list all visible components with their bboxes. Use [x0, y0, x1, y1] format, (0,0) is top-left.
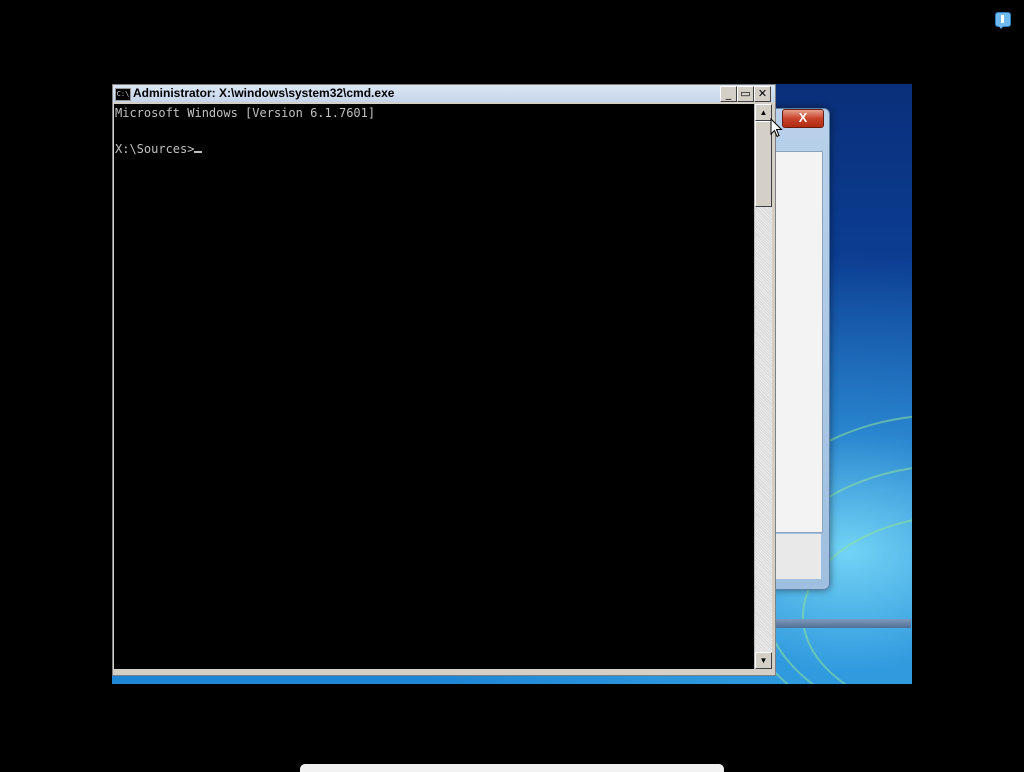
- setup-close-button[interactable]: X: [782, 109, 824, 128]
- scroll-track[interactable]: [755, 206, 772, 650]
- console-prompt: X:\Sources>: [115, 142, 195, 156]
- setup-dialog-content: [775, 151, 823, 533]
- cmd-window: C:\ Administrator: X:\windows\system32\c…: [112, 84, 776, 676]
- close-button[interactable]: ✕: [754, 86, 771, 102]
- window-bottom-border: [113, 671, 775, 675]
- notification-icon[interactable]: [995, 12, 1011, 29]
- console-prompt-line: X:\Sources>: [115, 140, 203, 158]
- console-line: Microsoft Windows [Version 6.1.7601]: [115, 106, 376, 120]
- minimize-button[interactable]: _: [720, 86, 737, 102]
- scroll-down-button[interactable]: ▼: [755, 652, 772, 669]
- vertical-scrollbar[interactable]: ▲ ▼: [754, 104, 772, 669]
- maximize-button[interactable]: ▭: [737, 86, 754, 102]
- console-output[interactable]: Microsoft Windows [Version 6.1.7601] X:\…: [114, 104, 754, 669]
- setup-progress-stripe: [775, 619, 911, 628]
- cmd-window-title: Administrator: X:\windows\system32\cmd.e…: [133, 86, 395, 100]
- bottom-bar: [300, 764, 724, 772]
- cmd-app-icon[interactable]: C:\: [115, 88, 131, 101]
- mouse-pointer-icon: [770, 118, 783, 138]
- setup-dialog-footer: [775, 534, 821, 579]
- cmd-titlebar[interactable]: C:\ Administrator: X:\windows\system32\c…: [113, 85, 775, 102]
- text-cursor: [194, 151, 203, 153]
